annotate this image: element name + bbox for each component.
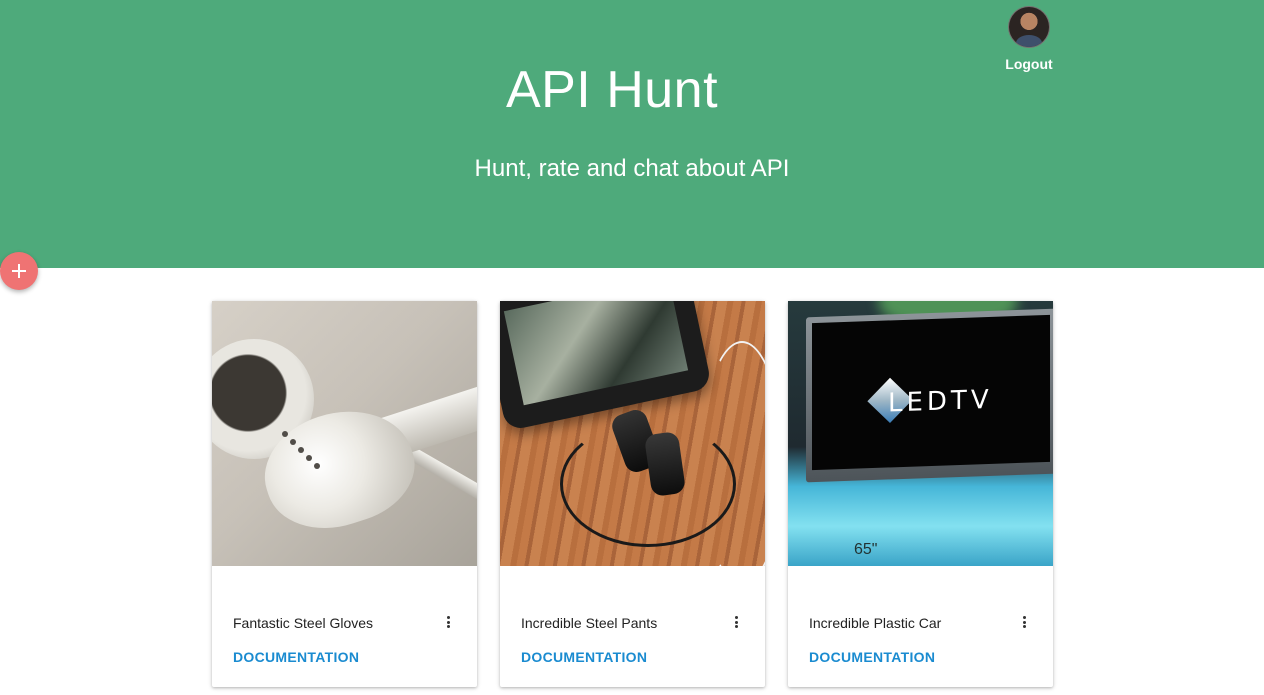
card-title: Incredible Plastic Car [809, 615, 942, 631]
page-title: API Hunt [505, 61, 719, 119]
api-card: Fantastic Steel Gloves DOCUMENTATION [212, 301, 477, 687]
user-avatar[interactable] [1008, 6, 1050, 48]
card-image-led-tv[interactable]: LEDTV 65" [788, 301, 1053, 566]
page-subtitle: Hunt, rate and chat about API [474, 155, 790, 182]
card-title: Incredible Steel Pants [521, 615, 658, 631]
logout-link[interactable]: Logout [1000, 56, 1058, 72]
tv-size-label: 65" [854, 541, 878, 558]
card-title: Fantastic Steel Gloves [233, 615, 374, 631]
api-card: Incredible Steel Pants DOCUMENTATION [500, 301, 765, 687]
tv-logo-text: LEDTV [888, 384, 993, 419]
api-card: LEDTV 65" Incredible Plastic Car DOCUMEN… [788, 301, 1053, 687]
documentation-link[interactable]: DOCUMENTATION [233, 649, 359, 665]
more-vert-icon[interactable] [1023, 616, 1027, 630]
documentation-link[interactable]: DOCUMENTATION [521, 649, 647, 665]
more-vert-icon[interactable] [447, 616, 451, 630]
more-vert-icon[interactable] [735, 616, 739, 630]
app-header: API Hunt Hunt, rate and chat about API L… [0, 0, 1264, 268]
card-image-phone-headphones[interactable] [500, 301, 765, 566]
user-menu: Logout [1000, 6, 1058, 72]
documentation-link[interactable]: DOCUMENTATION [809, 649, 935, 665]
card-image-earbuds[interactable] [212, 301, 477, 566]
add-api-button[interactable] [0, 252, 38, 290]
